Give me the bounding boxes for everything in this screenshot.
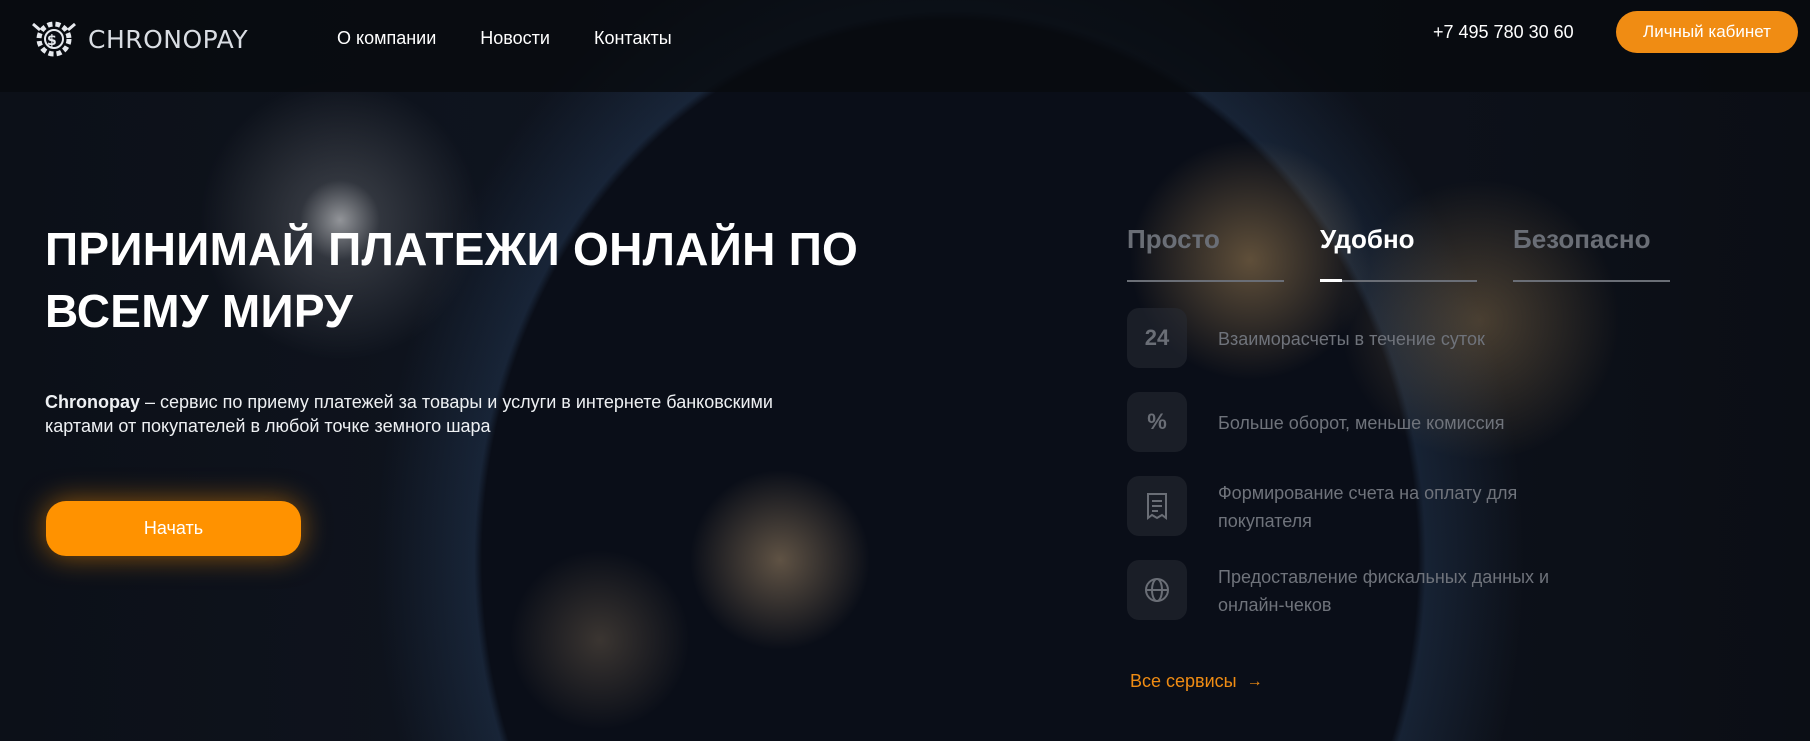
tab-label: Удобно	[1320, 224, 1415, 254]
feature-item-settlements: 24 Взаиморасчеты в течение суток	[1127, 308, 1578, 392]
feature-text: Формирование счета на оплату для покупат…	[1218, 483, 1518, 531]
hero-title: ПРИНИМАЙ ПЛАТЕЖИ ОНЛАЙН ПО ВСЕМУ МИРУ	[45, 223, 859, 337]
feature-text: Больше оборот, меньше комиссия	[1218, 413, 1505, 433]
all-services-label: Все сервисы	[1130, 671, 1237, 691]
svg-text:$: $	[47, 33, 57, 49]
clock-24-icon: 24	[1127, 308, 1187, 368]
feature-text: Предоставление фискальных данных и онлай…	[1218, 567, 1550, 615]
feature-item-invoice: Формирование счета на оплату для покупат…	[1127, 476, 1578, 560]
feature-item-turnover: % Больше оборот, меньше комиссия	[1127, 392, 1578, 476]
gear-logo-icon: $	[30, 16, 82, 62]
all-services-link[interactable]: Все сервисы →	[1130, 671, 1263, 692]
tab-label: Просто	[1127, 224, 1220, 254]
tab-label: Безопасно	[1513, 224, 1651, 254]
feature-item-fiscal: Предоставление фискальных данных и онлай…	[1127, 560, 1578, 644]
phone-number[interactable]: +7 495 780 30 60	[1433, 22, 1574, 43]
tab-secure[interactable]: Безопасно	[1513, 224, 1670, 282]
percent-icon: %	[1127, 392, 1187, 452]
nav-item-about[interactable]: О компании	[337, 28, 436, 49]
start-button[interactable]: Начать	[46, 501, 301, 556]
receipt-icon	[1127, 476, 1187, 536]
site-header: $ CHRONOPAY О компании Новости Контакты …	[0, 0, 1810, 92]
personal-cabinet-button[interactable]: Личный кабинет	[1616, 11, 1798, 53]
tab-simple[interactable]: Просто	[1127, 224, 1284, 282]
feature-text: Взаиморасчеты в течение суток	[1218, 329, 1485, 349]
tab-active-indicator	[1320, 279, 1342, 282]
arrow-right-icon: →	[1246, 672, 1263, 690]
tab-underline	[1320, 280, 1477, 282]
hero-description-brand: Chronopay	[45, 392, 141, 412]
tab-underline	[1127, 280, 1284, 282]
nav-item-contacts[interactable]: Контакты	[594, 28, 672, 49]
hero-description-text: – сервис по приему платежей за товары и …	[45, 392, 773, 436]
logo[interactable]: $ CHRONOPAY	[30, 16, 248, 62]
main-nav: О компании Новости Контакты	[337, 28, 672, 49]
nav-item-news[interactable]: Новости	[480, 28, 550, 49]
feature-list: 24 Взаиморасчеты в течение суток % Больш…	[1127, 308, 1578, 644]
globe-icon	[1127, 560, 1187, 620]
feature-tabs: Просто Удобно Безопасно	[1127, 224, 1670, 282]
logo-text: CHRONOPAY	[88, 24, 249, 54]
hero-description: Chronopay – сервис по приему платежей за…	[45, 390, 845, 438]
tab-convenient[interactable]: Удобно	[1320, 224, 1477, 282]
tab-underline	[1513, 280, 1670, 282]
